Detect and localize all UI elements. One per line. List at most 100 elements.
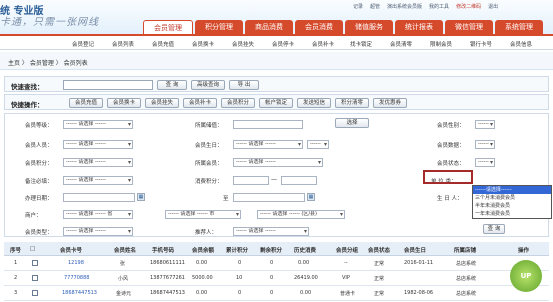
consume-points-max-input[interactable] (281, 176, 317, 185)
cell-card[interactable]: 12198 (68, 260, 84, 266)
recharge-button[interactable]: 会员充值 (69, 98, 103, 108)
referrer-select[interactable]: ------ 请选择 ------ (233, 227, 309, 236)
member-points-select[interactable]: ------ 请选择 ------ (63, 158, 133, 167)
cell-name: 张 (120, 261, 126, 267)
subnav-item[interactable]: 会员挂失 (232, 40, 254, 48)
tab-reports[interactable]: 统计报表 (395, 20, 443, 34)
report-loss-button[interactable]: 会员挂失 (145, 98, 179, 108)
send-coupon-button[interactable]: 发优惠券 (373, 98, 407, 108)
row-checkbox[interactable] (32, 260, 38, 266)
send-sms-button[interactable]: 发送短信 (297, 98, 331, 108)
city-select[interactable]: ------ 请选择 ------ 市 (165, 210, 241, 219)
advanced-query-button[interactable]: 高级查询 (191, 80, 225, 90)
member-level-select[interactable]: ------ 请选择 ------ (63, 120, 133, 129)
points-button[interactable]: 会员积分 (221, 98, 255, 108)
export-button[interactable]: 导 出 (229, 80, 259, 90)
table-row[interactable]: 2 77770888 小风 13877677261 5000.00 10 0 2… (4, 271, 549, 286)
subnav-item[interactable]: 限制会员 (430, 40, 452, 48)
subnav-item[interactable]: 会员列表 (112, 40, 134, 48)
row-checkbox[interactable] (32, 290, 38, 296)
field-label: 会员人员： (25, 143, 53, 149)
subnav-item[interactable]: 会员换卡 (192, 40, 214, 48)
tab-points[interactable]: 积分管理 (195, 20, 243, 34)
top-link-admin[interactable]: 超管 (370, 3, 380, 10)
lock-account-button[interactable]: 帐户锁定 (259, 98, 293, 108)
dropdown-option[interactable]: 半年未消费会员 (473, 202, 551, 210)
query-button[interactable]: 查 询 (157, 80, 187, 90)
top-link-record[interactable]: 记录 (353, 3, 363, 10)
tab-stored-value[interactable]: 储值服务 (345, 20, 393, 34)
cell-status: 正常 (374, 276, 385, 282)
remark-select[interactable]: ------ 请选择 ------ (63, 176, 133, 185)
subnav-item[interactable]: 会员清零 (390, 40, 412, 48)
calendar-icon[interactable]: ▦ (307, 193, 315, 201)
top-link-logout[interactable]: 退出 (488, 3, 498, 10)
change-card-button[interactable]: 会员换卡 (107, 98, 141, 108)
tab-system[interactable]: 系统管理 (495, 20, 543, 34)
subnav-item[interactable]: 会员停卡 (272, 40, 294, 48)
join-date-from-input[interactable] (63, 193, 135, 202)
col-header[interactable]: □ (30, 246, 35, 252)
consume-points-min-input[interactable] (233, 176, 269, 185)
subnav-item[interactable]: 会员登记 (72, 40, 94, 48)
cell-card[interactable]: 18687447513 (62, 290, 97, 296)
reissue-card-button[interactable]: 会员补卡 (183, 98, 217, 108)
province-select[interactable]: ------ 请选择 ------ 省 (63, 210, 133, 219)
cell-card[interactable]: 77770888 (64, 275, 89, 281)
calendar-icon[interactable]: ▦ (137, 193, 145, 201)
top-link-qr[interactable]: 修改二维码 (456, 3, 481, 10)
confirm-query-button[interactable]: 查 询 (483, 224, 505, 234)
member-type-select[interactable]: ------ 请选择 ------ (63, 227, 133, 236)
member-belong-select[interactable]: ------ 请选择 ------ (233, 158, 323, 167)
stored-value-input[interactable] (233, 120, 303, 129)
join-date-to-input[interactable] (233, 193, 305, 202)
subnav-item[interactable]: 会员信息 (510, 40, 532, 48)
quick-search-input[interactable] (63, 80, 153, 90)
top-link-system[interactable]: 演出系统会员版 (387, 3, 422, 10)
cell-total: 0 (238, 260, 242, 266)
subnav-item[interactable]: 银行卡号 (470, 40, 492, 48)
cell-balance: 0.00 (196, 260, 208, 266)
subnav-item[interactable]: 会员充值 (152, 40, 174, 48)
col-header: 序号 (10, 248, 22, 254)
cell-no: 2 (14, 275, 18, 281)
cell-shop: 总店系统 (456, 261, 477, 267)
cell-phone: 13877677261 (150, 275, 185, 281)
consume-period-dropdown[interactable]: ------请选择------ 三个月未消费会员 半年未消费会员 一年未消费会员 (472, 185, 552, 219)
subnav-item[interactable]: 找卡锁定 (350, 40, 372, 48)
tab-goods[interactable]: 商品消费 (245, 20, 293, 34)
cell-status: 正常 (374, 261, 385, 267)
cell-hist: 0.00 (298, 260, 310, 266)
subnav-item[interactable]: 会员补卡 (312, 40, 334, 48)
col-header: 操作 (518, 248, 530, 254)
col-header: 剩余积分 (260, 248, 283, 254)
table-row[interactable]: 1 12198 张 18680611111 0.00 0 0 0.00 -- 正… (4, 256, 549, 271)
member-status-select[interactable]: ------ (475, 158, 495, 167)
field-label: 办理日期： (25, 196, 53, 202)
cell-name: 小风 (118, 276, 129, 282)
cell-balance: 5000.00 (192, 275, 213, 281)
upgrade-badge-icon[interactable]: UP (510, 260, 542, 292)
gender-select[interactable]: ------ (475, 120, 495, 129)
table-row[interactable]: 3 18687447513 金诗元 18687447513 0.00 0 0 0… (4, 286, 549, 301)
select-button[interactable]: 选择 (335, 118, 369, 128)
birthday-day-select[interactable]: ------ (307, 140, 329, 149)
birthday-month-select[interactable]: ------ 请选择 ------ (233, 140, 303, 149)
member-staff-select[interactable]: ------ 请选择 ------ (63, 140, 133, 149)
cell-birthday: 1982-08-06 (404, 290, 434, 296)
tab-member-management[interactable]: 会员管理 (143, 20, 193, 34)
app-slogan: 卡通，只需一张网线 (0, 17, 99, 28)
county-select[interactable]: ------ 请选择 ------ (区/县) (257, 210, 345, 219)
tab-wechat[interactable]: 微信管理 (445, 20, 493, 34)
tab-member-consume[interactable]: 会员消费 (295, 20, 343, 34)
cell-hist: 26419.00 (294, 275, 318, 281)
clear-points-button[interactable]: 积分清零 (335, 98, 369, 108)
dropdown-option[interactable]: 一年未消费会员 (473, 210, 551, 218)
row-checkbox[interactable] (32, 275, 38, 281)
dropdown-option[interactable]: 三个月未消费会员 (473, 194, 551, 202)
top-link-tools[interactable]: 我的工具 (429, 3, 449, 10)
member-table: 序号 □ 会员卡号 会员姓名 手机号码 会员余额 累计积分 剩余积分 历史消费 … (4, 242, 549, 302)
dropdown-option[interactable]: ------请选择------ (473, 186, 551, 194)
cell-status: 正常 (374, 291, 385, 297)
member-data-select[interactable]: ------ (475, 140, 495, 149)
